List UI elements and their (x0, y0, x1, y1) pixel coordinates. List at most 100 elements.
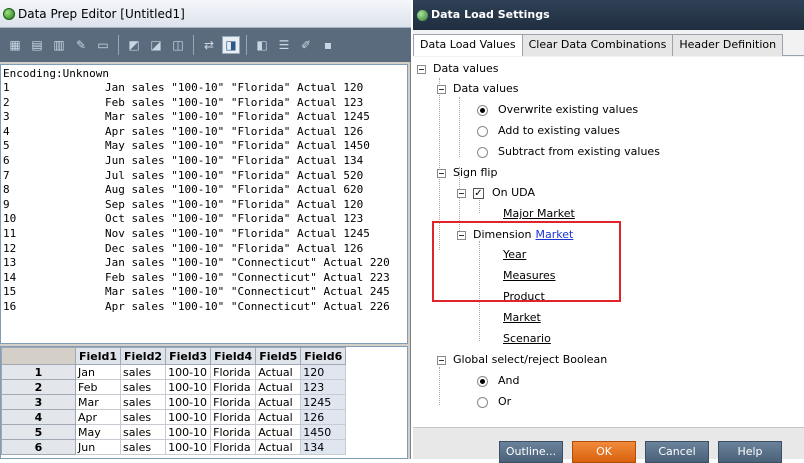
cancel-button[interactable]: Cancel (645, 441, 709, 463)
dim-scenario[interactable]: Scenario (503, 331, 551, 347)
tree-node-data-values[interactable]: Data values (437, 81, 519, 97)
grid-cell[interactable]: 123 (300, 379, 347, 395)
grid-cell[interactable]: Mar (74, 394, 122, 410)
radio-or[interactable]: Or (477, 394, 511, 410)
grid-header-field4[interactable]: Field4 (210, 347, 257, 365)
tree-node-sign-flip[interactable]: Sign flip (437, 165, 497, 181)
replace-icon[interactable]: ⇄ (200, 36, 218, 54)
grid-cell[interactable]: sales (120, 409, 167, 425)
row-header[interactable]: 1 (1, 364, 76, 380)
grid-cell[interactable]: 100-10 (165, 409, 212, 425)
collapse-icon[interactable] (437, 168, 446, 178)
table-row[interactable]: 3 Mar sales 100-10 Florida Actual 1245 (1, 394, 347, 410)
table-row[interactable]: 1 Jan sales 100-10 Florida Actual 120 (1, 364, 347, 380)
dim-market[interactable]: Market (503, 310, 541, 326)
table-row[interactable]: 2 Feb sales 100-10 Florida Actual 123 (1, 379, 347, 395)
grid-cell[interactable]: Jan (74, 364, 122, 380)
grid-cell[interactable]: Jun (74, 439, 122, 455)
grid-cell[interactable]: Florida (210, 439, 257, 455)
tab-data-load-values[interactable]: Data Load Values (413, 34, 523, 56)
grid-cell[interactable]: 100-10 (165, 364, 212, 380)
tab-clear-data-combinations[interactable]: Clear Data Combinations (521, 34, 674, 56)
row-header[interactable]: 3 (1, 394, 76, 410)
grid-header-field2[interactable]: Field2 (120, 347, 167, 365)
grid-cell[interactable]: 100-10 (165, 424, 212, 440)
grid-cell[interactable]: Florida (210, 394, 257, 410)
grid-cell[interactable]: sales (120, 379, 167, 395)
radio-selected-icon[interactable] (477, 375, 488, 387)
grid-cell[interactable]: Actual (255, 379, 302, 395)
grid-cell[interactable]: Florida (210, 409, 257, 425)
collapse-icon[interactable] (437, 84, 446, 94)
grid-cell[interactable]: Actual (255, 409, 302, 425)
join-icon[interactable]: ◪ (147, 36, 165, 54)
table-row[interactable]: 5 May sales 100-10 Florida Actual 1450 (1, 424, 347, 440)
grid-cell[interactable]: 1245 (300, 394, 347, 410)
active-load-settings-icon[interactable]: ◨ (222, 36, 240, 54)
grid-header-field3[interactable]: Field3 (165, 347, 212, 365)
help-button[interactable]: Help (718, 441, 782, 463)
grid-cell[interactable]: Actual (255, 364, 302, 380)
grid-header-field1[interactable]: Field1 (74, 347, 122, 365)
grid-cell[interactable]: Actual (255, 424, 302, 440)
table-row[interactable]: 4 Apr sales 100-10 Florida Actual 126 (1, 409, 347, 425)
row-header[interactable]: 5 (1, 424, 76, 440)
move-icon[interactable]: ◫ (169, 36, 187, 54)
grid-cell[interactable]: May (74, 424, 122, 440)
source-text-view[interactable]: Encoding:Unknown 1 Jan sales "100-10" "Fl… (0, 64, 408, 344)
grid-cell[interactable]: sales (120, 424, 167, 440)
table-row[interactable]: 6 Jun sales 100-10 Florida Actual 134 (1, 439, 347, 455)
grid-cell[interactable]: sales (120, 394, 167, 410)
grid-cell[interactable]: Apr (74, 409, 122, 425)
grid-header-field6[interactable]: Field6 (300, 347, 347, 365)
grid-cell[interactable]: 126 (300, 409, 347, 425)
grid-cell[interactable]: 134 (300, 439, 347, 455)
outline-button[interactable]: Outline... (499, 441, 563, 463)
radio-and[interactable]: And (477, 373, 519, 389)
checkbox-checked-icon[interactable]: ✓ (473, 187, 484, 199)
radio-icon[interactable] (477, 125, 488, 137)
radio-subtract[interactable]: Subtract from existing values (477, 144, 660, 160)
grid-cell[interactable]: Florida (210, 379, 257, 395)
field-grid[interactable]: Field1 Field2 Field3 Field4 Field5 Field… (0, 346, 408, 459)
radio-overwrite[interactable]: Overwrite existing values (477, 102, 638, 118)
radio-icon[interactable] (477, 146, 488, 158)
ok-button[interactable]: OK (572, 441, 636, 463)
dimension-icon[interactable]: ◧ (253, 36, 271, 54)
split-icon[interactable]: ◩ (125, 36, 143, 54)
grid-cell[interactable]: 100-10 (165, 439, 212, 455)
radio-icon[interactable] (477, 396, 488, 408)
grid-cell[interactable]: Florida (210, 424, 257, 440)
tree-node-global-boolean[interactable]: Global select/reject Boolean (437, 352, 607, 368)
tree-node-on-uda[interactable]: ✓ On UDA (457, 185, 535, 201)
grid-cell[interactable]: 120 (300, 364, 347, 380)
save-icon[interactable]: ▤ (28, 36, 46, 54)
grid-cell[interactable]: 100-10 (165, 394, 212, 410)
grid-header-field5[interactable]: Field5 (255, 347, 302, 365)
grid-cell[interactable]: 100-10 (165, 379, 212, 395)
grid-cell[interactable]: Florida (210, 364, 257, 380)
collapse-icon[interactable] (437, 355, 446, 365)
grid-cell[interactable]: Feb (74, 379, 122, 395)
row-header[interactable]: 2 (1, 379, 76, 395)
grid-cell[interactable]: sales (120, 439, 167, 455)
uda-major-market[interactable]: Major Market (503, 206, 575, 222)
more-icon[interactable]: ▪ (319, 36, 337, 54)
filter-icon[interactable]: ▥ (50, 36, 68, 54)
row-header[interactable]: 6 (1, 439, 76, 455)
collapse-icon[interactable] (417, 64, 426, 74)
grid-cell[interactable]: 1450 (300, 424, 347, 440)
grid-cell[interactable]: Actual (255, 394, 302, 410)
grid-cell[interactable]: sales (120, 364, 167, 380)
radio-add[interactable]: Add to existing values (477, 123, 620, 139)
row-header[interactable]: 4 (1, 409, 76, 425)
properties-icon[interactable]: ☰ (275, 36, 293, 54)
grid-cell[interactable]: Actual (255, 439, 302, 455)
view-icon[interactable]: ▭ (94, 36, 112, 54)
radio-selected-icon[interactable] (477, 104, 488, 116)
tree-node-data-values-root[interactable]: Data values (417, 61, 499, 77)
tab-header-definition[interactable]: Header Definition (672, 34, 784, 56)
collapse-icon[interactable] (457, 188, 466, 198)
open-icon[interactable]: ▦ (6, 36, 24, 54)
field-edit-icon[interactable]: ✐ (297, 36, 315, 54)
